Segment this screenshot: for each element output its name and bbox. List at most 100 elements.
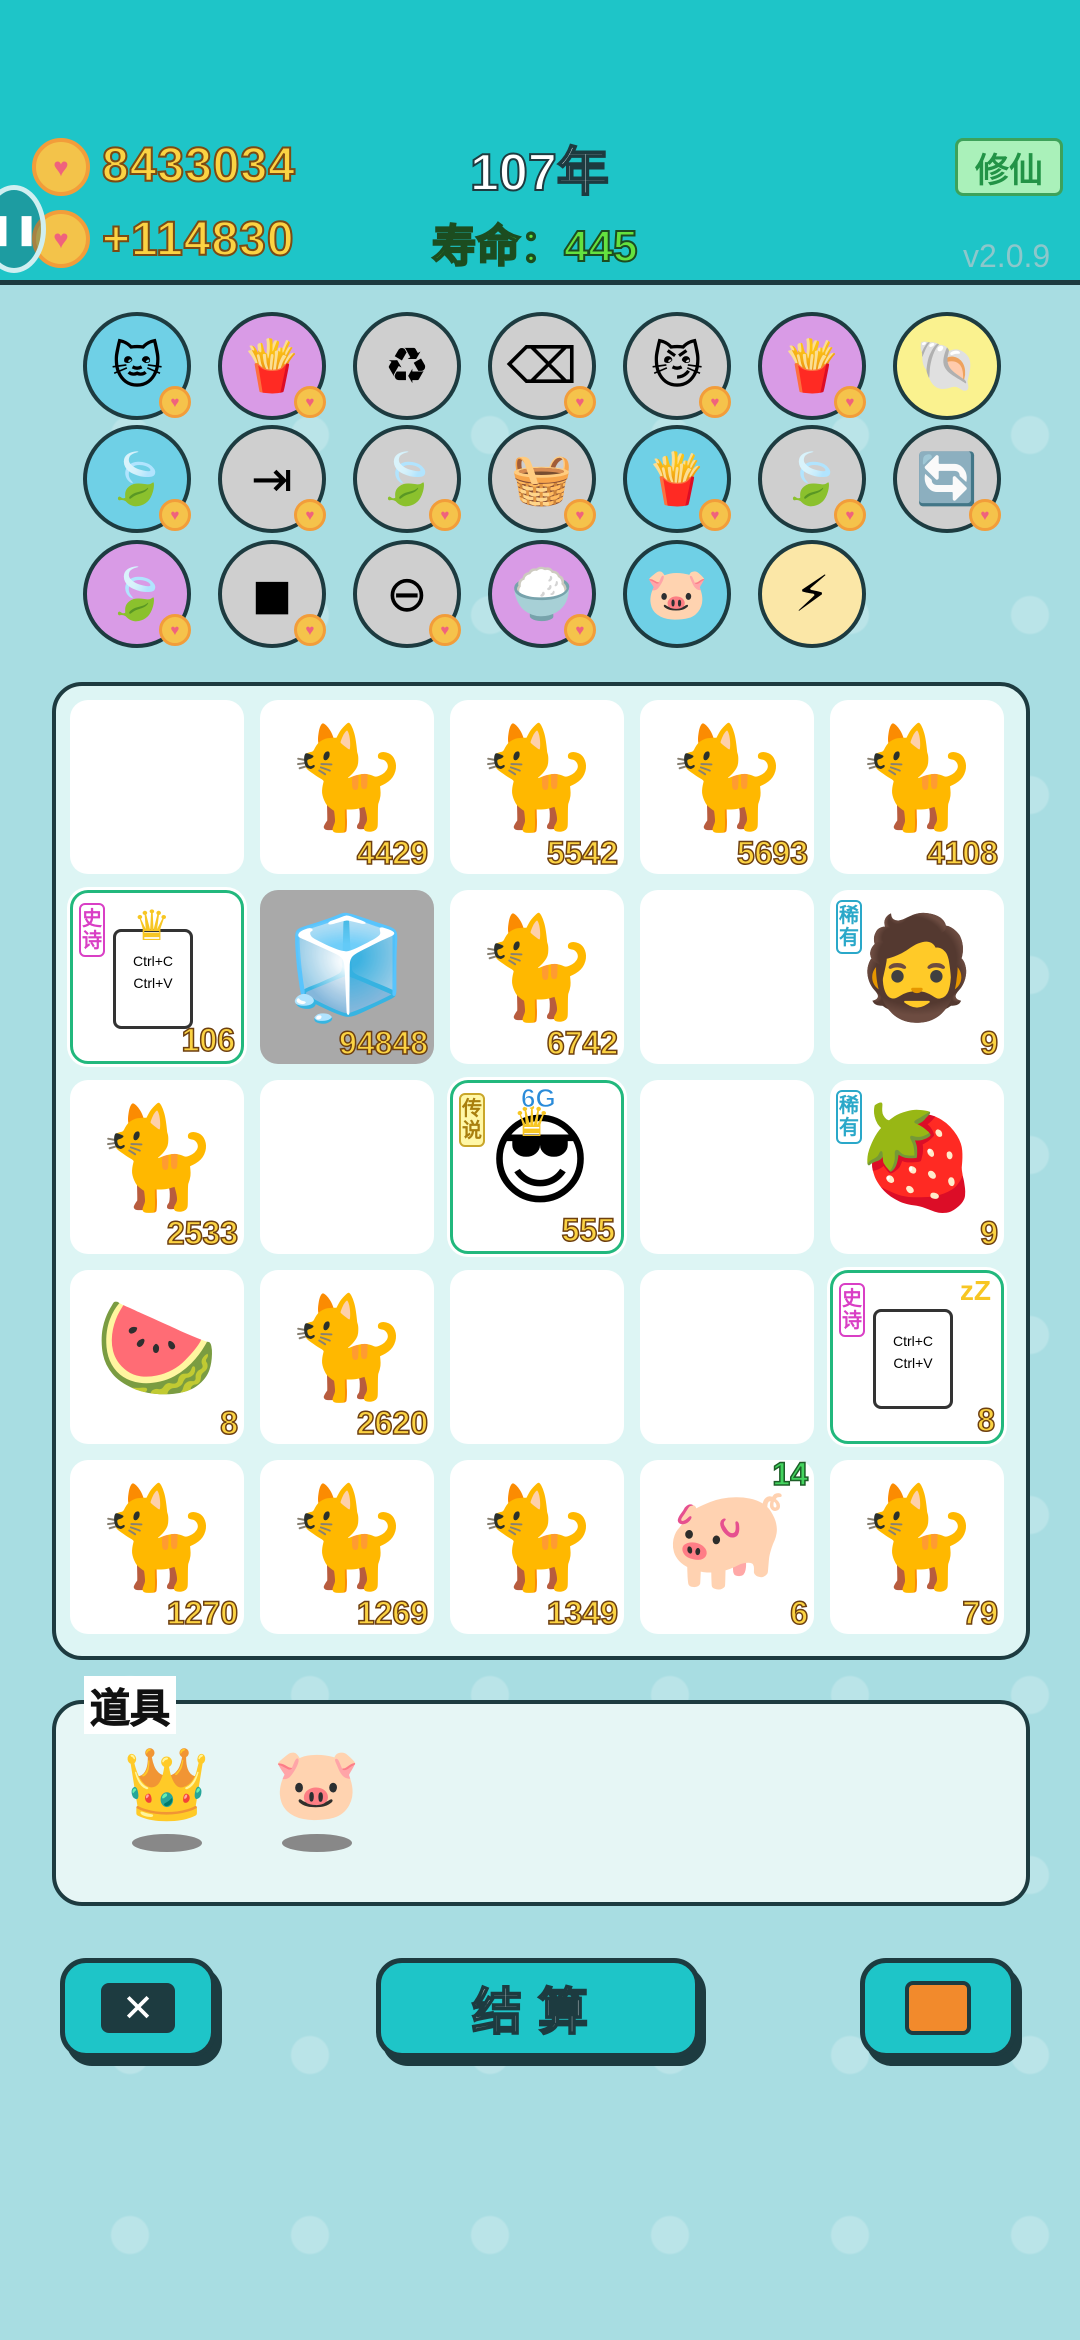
skill-cat-eat-button[interactable]: 🐱 ♥ [83,312,191,420]
cat-faces-icon: 😼 [650,338,704,394]
cultivate-button[interactable]: 修仙 [955,138,1063,196]
skill-fries-button[interactable]: 🍟 ♥ [218,312,326,420]
unit-value: 9 [979,1024,998,1062]
stones-icon: ◼ [251,566,293,622]
skill-stones-button[interactable]: ◼ ♥ [218,540,326,648]
crown-icon: 👑 [123,1745,211,1823]
rarity-tag: 稀有 [836,1090,862,1144]
skill-fries-button[interactable]: 🍟 ♥ [758,312,866,420]
fries-icon: 🍟 [645,450,709,507]
board-cell[interactable]: 🐈 1269 [260,1460,434,1634]
skill-lightning-button[interactable]: ⚡ [758,540,866,648]
unit-icon: 🐈 [664,722,790,834]
empty-cell[interactable] [70,700,244,874]
board-cell[interactable]: 🐈 4429 [260,700,434,874]
coin-cost-icon: ♥ [834,386,866,418]
piggy-bank-icon: 🐷 [273,1745,361,1823]
skip-icon: ⇥ [251,451,293,507]
items-panel-title: 道具 [84,1676,176,1734]
piggy-icon: 🐷 [645,565,709,622]
delete-icon: ⌫ [506,338,578,394]
rarity-tag: 史诗 [79,903,105,957]
skill-shell-button[interactable]: 🐚 [893,312,1001,420]
unit-icon: 🐈 [94,1102,220,1214]
board-cell[interactable]: 🐈 5693 [640,700,814,874]
board-cell[interactable]: 🐈 4108 [830,700,1004,874]
empty-cell[interactable] [640,1270,814,1444]
coin-cost-icon: ♥ [294,614,326,646]
board-cell[interactable]: Ctrl+C Ctrl+V ♛ 史诗 106 [70,890,244,1064]
count-badge: 14 [772,1455,809,1493]
pause-icon: ❚❚ [0,212,40,246]
skill-leaf-button[interactable]: 🍃 ♥ [353,425,461,533]
skill-fries-button[interactable]: 🍟 ♥ [623,425,731,533]
version-label: v2.0.9 [963,238,1051,274]
unit-value: 79 [962,1594,999,1632]
empty-cell[interactable] [450,1270,624,1444]
board-cell[interactable]: 🐈 1270 [70,1460,244,1634]
coin-cost-icon: ♥ [564,499,596,531]
cat-eat-icon: 🐱 [110,338,164,394]
skill-skip-button[interactable]: ⇥ ♥ [218,425,326,533]
skill-cat-faces-button[interactable]: 😼 ♥ [623,312,731,420]
piggy-bank-item[interactable]: 🐷 [262,1744,372,1852]
unit-icon: 🐈 [474,722,600,834]
board-cell[interactable]: 🐈 79 [830,1460,1004,1634]
empty-cell[interactable] [640,890,814,1064]
leaf-icon: 🍃 [105,565,169,622]
fries-icon: 🍟 [780,337,844,394]
skill-piggy-button[interactable]: 🐷 [623,540,731,648]
skill-refresh-button[interactable]: 🔄 ♥ [893,425,1001,533]
skill-delete-button[interactable]: ⌫ ♥ [488,312,596,420]
pause-button[interactable]: ❚❚ [0,185,46,273]
empty-cell[interactable] [640,1080,814,1254]
skill-leaf-button[interactable]: 🍃 ♥ [83,425,191,533]
board-cell[interactable]: 🐈 5542 [450,700,624,874]
board-cell[interactable]: 🐖 14 6 [640,1455,814,1634]
settle-button[interactable]: 结算 [376,1958,700,2058]
level-badge: 6G [521,1083,557,1114]
merge-board: 🐈 4429 🐈 5542 🐈 5693 🐈 4108 Ctrl+C Ctrl+V ♛ 史诗 106 🧊 9… [52,682,1030,1660]
board-cell[interactable]: 😎 ♛ 6G 传说 555 [450,1080,624,1254]
close-icon: ✕ [101,1983,175,2033]
board-cell[interactable]: 🐈 6742 [450,890,624,1064]
unit-icon: 🐈 [854,1482,980,1594]
unit-icon: 🐈 [474,1482,600,1594]
skill-minus-button[interactable]: ⊖ ♥ [353,540,461,648]
skill-basket-button[interactable]: 🧺 ♥ [488,425,596,533]
skill-leaf-button[interactable]: 🍃 ♥ [83,540,191,648]
rice-icon: 🍚 [510,565,574,622]
inventory-button[interactable] [860,1958,1016,2058]
discard-button[interactable]: ✕ [60,1958,216,2058]
coin-cost-icon: ♥ [969,499,1001,531]
board-cell[interactable]: 🍉 8 [70,1270,244,1444]
lightning-icon: ⚡ [794,566,830,622]
coin-cost-icon: ♥ [834,499,866,531]
coin-cost-icon: ♥ [699,499,731,531]
board-cell[interactable]: 🧔 稀有 9 [830,890,1004,1064]
coin-cost-icon: ♥ [294,386,326,418]
refresh-icon: 🔄 [915,450,979,507]
skill-rice-button[interactable]: 🍚 ♥ [488,540,596,648]
board-cell[interactable]: 🐈 2620 [260,1270,434,1444]
board-cell[interactable]: 🐈 2533 [70,1080,244,1254]
copy-paste-card-icon: Ctrl+C Ctrl+V [873,1309,953,1409]
leaf-icon: 🍃 [780,450,844,507]
unit-icon: 🐈 [94,1482,220,1594]
minus-icon: ⊖ [386,566,428,622]
unit-icon: 🐈 [284,722,410,834]
unit-value: 5542 [546,834,619,872]
board-cell[interactable]: 🧊 94848 [260,890,434,1064]
crown-item[interactable]: 👑 [112,1744,222,1852]
unit-value: 106 [181,1021,236,1059]
board-cell[interactable]: Ctrl+C Ctrl+V zZ 史诗 8 [830,1270,1004,1444]
unit-value: 4108 [926,834,999,872]
top-bar: ♥ 8433034 ♥ +114830 107年 寿命：445 修仙 v2.0.… [0,0,1080,285]
unit-icon: 🐖 [664,1482,790,1594]
board-cell[interactable]: 🐈 1349 [450,1460,624,1634]
skill-leaf-button[interactable]: 🍃 ♥ [758,425,866,533]
empty-cell[interactable] [260,1080,434,1254]
board-cell[interactable]: 🍓 稀有 9 [830,1080,1004,1254]
skill-recycle-button[interactable]: ♻ [353,312,461,420]
unit-value: 8 [976,1401,995,1439]
